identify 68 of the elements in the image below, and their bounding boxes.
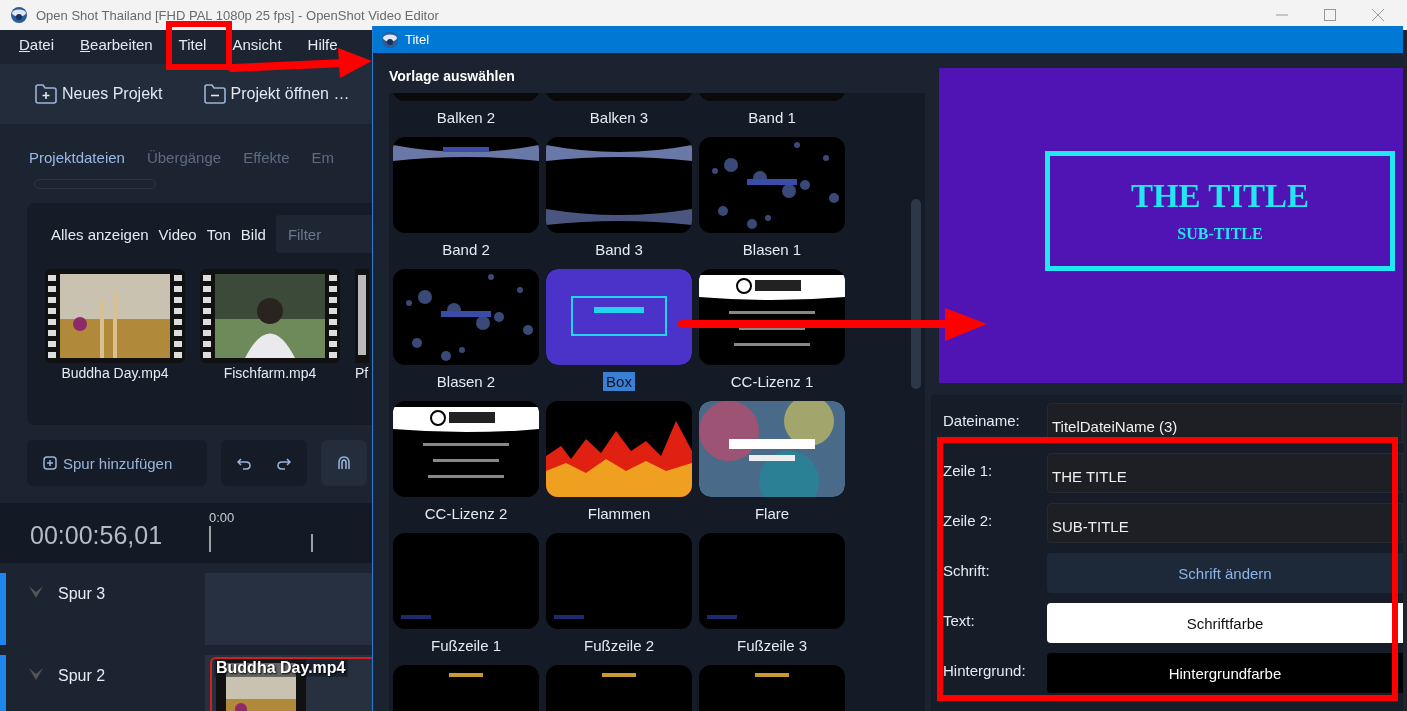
color-button[interactable]: Schriftfarbe <box>1047 603 1403 643</box>
menu-item[interactable]: Titel <box>178 36 207 60</box>
template-name: Balken 3 <box>588 108 650 127</box>
field-label: Text: <box>943 611 976 629</box>
chevron-down-icon[interactable] <box>28 585 44 599</box>
ruler-label: 0:00 <box>209 510 235 525</box>
template-name: Fußzeile 1 <box>430 636 502 655</box>
color-button[interactable]: Hintergrundfarbe <box>1047 653 1403 693</box>
dialog-title: Titel <box>405 32 430 47</box>
template-name: Blasen 2 <box>435 372 497 391</box>
preview-title: THE TITLE <box>1130 178 1310 215</box>
filter-option[interactable]: Bild <box>240 225 266 243</box>
field-label: Zeile 1: <box>943 461 994 479</box>
timecode: 00:00:56,01 <box>29 520 164 551</box>
template-name: Balken 2 <box>435 108 497 127</box>
folder-plus-icon <box>34 83 58 105</box>
template-name: Band 3 <box>594 240 644 259</box>
template-name: Band 2 <box>441 240 491 259</box>
field-label: Schrift: <box>943 561 991 579</box>
magnet-icon <box>337 456 351 470</box>
section-heading: Vorlage auswählen <box>389 68 516 84</box>
snap-button[interactable] <box>321 440 367 486</box>
track-name: Spur 3 <box>58 585 106 603</box>
template-name: CC-Lizenz 2 <box>423 504 509 523</box>
menu-item[interactable]: Datei <box>19 36 55 60</box>
field-label: Zeile 2: <box>943 511 994 529</box>
template-name: Fußzeile 2 <box>583 636 655 655</box>
highlight-box <box>166 21 232 70</box>
template-name: Flammen <box>586 504 652 523</box>
field-label: Dateiname: <box>943 411 1021 429</box>
template-name: Box <box>603 372 635 391</box>
scrollbar[interactable] <box>911 199 921 389</box>
chevron-down-icon[interactable] <box>28 667 44 681</box>
template-name: Blasen 1 <box>741 240 803 259</box>
template-name: Flare <box>753 504 791 523</box>
toolbar-button[interactable]: Projekt öffnen … <box>202 83 350 105</box>
template-name: Band 1 <box>747 108 797 127</box>
folder-minus-icon <box>202 83 227 105</box>
maximize-icon[interactable] <box>1323 8 1337 22</box>
toolbar-button[interactable]: Neues Projekt <box>34 83 163 105</box>
filter-option[interactable]: Video <box>158 225 197 243</box>
template-name: CC-Lizenz 1 <box>729 372 815 391</box>
text-field[interactable]: SUB-TITLE <box>1047 503 1403 543</box>
add-track-button[interactable]: Spur hinzufügen <box>27 440 207 486</box>
app-logo-icon <box>10 6 28 24</box>
undo-icon[interactable] <box>237 456 251 470</box>
font-button[interactable]: Schrift ändern <box>1047 553 1403 593</box>
timeline-clip[interactable]: Buddha Day.mp4 <box>210 657 372 711</box>
track-name: Spur 2 <box>58 667 106 685</box>
file-name: Buddha Day.mp4 <box>61 365 169 381</box>
preview-subtitle: SUB-TITLE <box>1177 225 1263 243</box>
close-icon[interactable] <box>1371 8 1385 22</box>
app-logo-icon <box>381 30 399 49</box>
plus-square-icon <box>43 456 57 470</box>
window-title: Open Shot Thailand [FHD PAL 1080p 25 fps] - OpenShot Video Editor <box>36 7 439 23</box>
file-name: Pf <box>355 365 369 381</box>
text-field[interactable]: THE TITLE <box>1047 453 1403 493</box>
filter-option[interactable]: Ton <box>206 225 231 243</box>
template-name: Fußzeile 3 <box>736 636 808 655</box>
tab[interactable]: Projektdateien <box>29 149 125 169</box>
menu-item[interactable]: Hilfe <box>307 36 338 60</box>
filter-option[interactable]: Alles anzeigen <box>51 225 149 243</box>
filter-field[interactable]: Filter <box>275 215 372 253</box>
menu-item[interactable]: Ansicht <box>232 36 282 60</box>
file-name: Fischfarm.mp4 <box>223 365 317 381</box>
redo-icon[interactable] <box>277 456 291 470</box>
field-label: Hintergrund: <box>943 661 1027 679</box>
menu-item[interactable]: Bearbeiten <box>80 36 153 60</box>
